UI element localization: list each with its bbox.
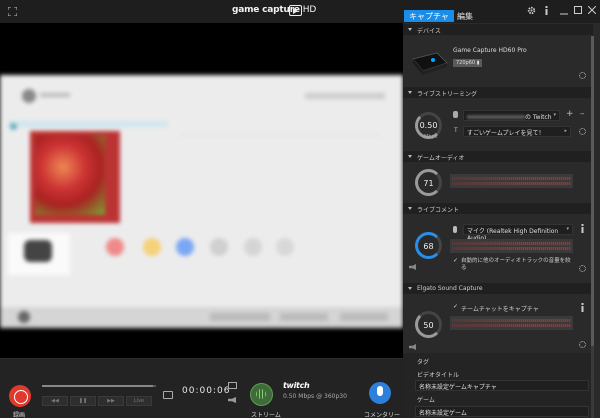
section-header-live-streaming[interactable]: ライブストリーミング [403,87,593,98]
tab-capture[interactable]: キャプチャ [404,10,454,22]
preview-frame-blurred [0,75,403,328]
dropdown-arrow-icon: ▸ [564,128,567,134]
timecode: 00:00:06 [182,386,231,396]
twitch-logo: twitch [283,381,310,390]
stream-title-input[interactable]: すごいゲームプレイを見て！ ▸ [463,126,571,137]
rewind-button[interactable]: ◀◀ [42,396,68,406]
section-header-device[interactable]: デバイス [403,24,593,35]
section-header-sound-capture[interactable]: Elgato Sound Capture [403,283,593,294]
record-label: 録画 [13,412,26,418]
game-audio-knob[interactable]: 71 [415,169,442,196]
commentary-info-icon[interactable] [580,224,585,233]
bitrate-value: 0.50 [419,121,438,130]
streaming-account-select[interactable]: の Twitch ▾ [463,110,560,121]
monitor-icon[interactable] [228,382,237,389]
game-audio-value: 71 [423,179,434,188]
stream-label: ストリーム [251,412,281,418]
timeline-scrubber[interactable] [42,385,156,387]
video-title-input[interactable]: 名称未設定ゲームキャプチャ [415,380,589,391]
pause-button[interactable]: ❚❚ [70,396,96,406]
close-icon[interactable] [588,6,596,14]
commentary-value: 68 [423,242,434,251]
section-header-live-commentary[interactable]: ライブコメント [403,203,593,214]
resolution-badge: 720p60 ▮ [453,59,483,67]
streaming-settings-gear-icon[interactable] [579,128,586,135]
game-audio-meter [450,174,573,188]
commentary-meter [450,239,573,253]
screenshot-camera-icon[interactable] [163,391,173,399]
record-button[interactable] [9,385,31,407]
tab-edit[interactable]: 編集 [452,10,478,22]
app-title: game capture HD [232,5,317,15]
sound-capture-settings-gear-icon[interactable] [579,341,586,348]
commentary-settings-gear-icon[interactable] [579,265,586,272]
panel-scrollbar-thumb[interactable] [591,36,594,346]
device-name: Game Capture HD60 Pro [453,47,527,54]
bitrate-unit: Mbps [424,134,438,140]
live-button[interactable]: Live [126,396,152,406]
dropdown-arrow-icon: ▾ [566,226,569,232]
dropdown-arrow-icon: ▾ [553,112,556,118]
capture-card-icon [411,51,449,77]
minimize-icon[interactable] [560,6,568,15]
game-label: ゲーム [417,397,435,404]
remove-account-button[interactable]: – [580,109,585,119]
commentary-knob[interactable]: 68 [415,232,442,259]
settings-gear-icon[interactable] [527,6,536,15]
commentary-button[interactable] [369,382,391,404]
maximize-icon[interactable] [574,6,582,14]
account-name-blurred [467,115,525,119]
sound-capture-meter [450,316,573,330]
account-person-icon [453,111,458,118]
device-settings-gear-icon[interactable] [579,72,586,79]
stream-button[interactable] [250,383,273,406]
commentary-megaphone-icon[interactable] [409,264,416,270]
auto-duck-label: 自動的に他のオーディオトラックの音量を絞る [461,258,571,271]
expand-icon[interactable] [7,6,18,17]
checkmark-icon[interactable]: ✓ [453,257,458,264]
stream-info: 0.50 Mbps @ 360p30 [283,393,347,400]
video-preview[interactable] [0,23,403,358]
tags-label: タグ [417,359,430,366]
video-title-label: ビデオタイトル [417,372,460,379]
mic-select[interactable]: マイク (Realtek High Definition Audio) ▾ [463,224,573,242]
forward-button[interactable]: ▶▶ [98,396,124,406]
timeline-progress [42,385,153,387]
sound-capture-knob[interactable]: 50 [415,311,442,338]
checkmark-icon[interactable]: ✓ [453,303,458,310]
mic-icon [453,226,457,233]
sound-capture-value: 50 [423,321,434,330]
logo-icon [289,5,302,16]
info-icon[interactable] [544,6,549,15]
title-text-icon: T [454,127,458,134]
game-input[interactable]: 名称未設定ゲーム [415,406,589,417]
sound-capture-info-icon[interactable] [580,303,585,312]
section-header-game-audio[interactable]: ゲームオーディオ [403,151,593,162]
megaphone-icon[interactable] [228,397,236,403]
sound-capture-megaphone-icon[interactable] [409,344,416,350]
dropdown-icon: ▮ [476,60,480,66]
commentary-label: コメンタリー [364,412,401,418]
settings-panel: デバイス Game Capture HD60 Pro 720p60 ▮ ライブス… [403,23,600,418]
add-account-button[interactable]: + [566,109,574,119]
capture-controls: 録画 ◀◀ ❚❚ ▶▶ Live 00:00:06 ストリーム twitch 0… [0,358,403,418]
chat-capture-label: チームチャットをキャプチャ [461,306,539,313]
title-bar: game capture HD キャプチャ 編集 [0,0,600,23]
